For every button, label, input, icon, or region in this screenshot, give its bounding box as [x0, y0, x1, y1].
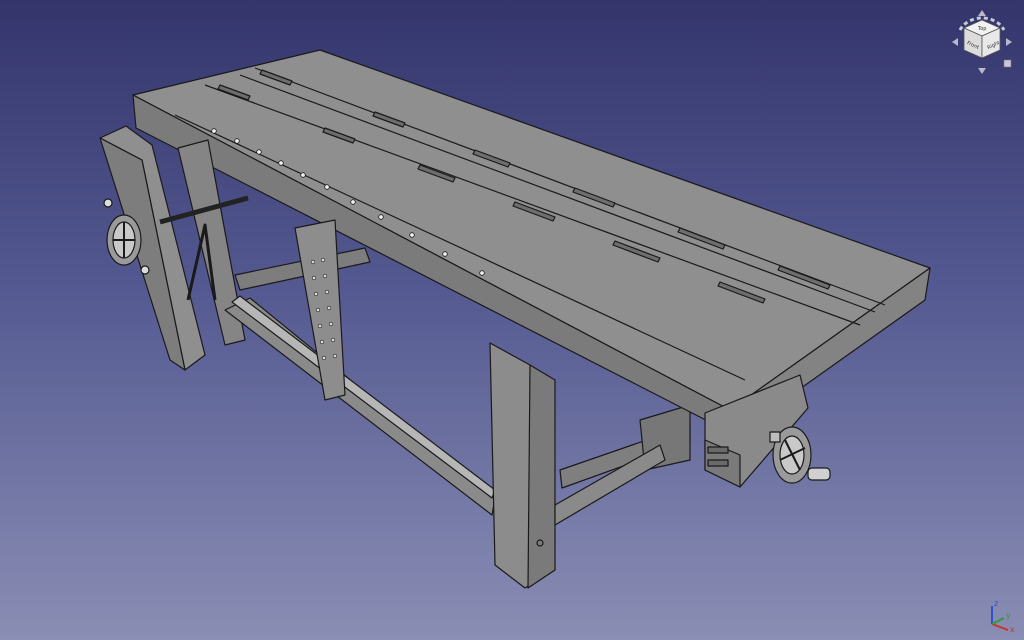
3d-viewport[interactable]: Top Front Right z y x [0, 0, 1024, 640]
axis-z-label: z [994, 599, 998, 608]
nav-arrow-down-icon[interactable] [978, 68, 986, 74]
end-vise-slot-1 [707, 446, 729, 454]
nav-arrow-up-icon[interactable] [978, 10, 986, 16]
end-vise-slot-2 [707, 459, 729, 467]
axis-y-line [991, 617, 1005, 625]
nav-cube-top-label: Top [977, 26, 986, 32]
end-vise-handwheel [769, 426, 831, 484]
workbench-model[interactable] [0, 0, 1024, 640]
nav-arrow-left-icon[interactable] [952, 38, 958, 46]
axis-triad-icon: z y x [978, 594, 1018, 634]
nav-cube-menu-icon[interactable] [1003, 59, 1012, 68]
stretcher-long [224, 297, 496, 516]
axis-x-label: x [1010, 625, 1015, 634]
front-right-leg-side [527, 364, 556, 589]
nav-arrow-right-icon[interactable] [1006, 38, 1012, 46]
navigation-cube-icon[interactable]: Top Front Right [948, 4, 1016, 76]
axis-x-line [991, 623, 1009, 631]
guide-rail [231, 295, 496, 499]
axis-y-label: y [1006, 611, 1011, 620]
